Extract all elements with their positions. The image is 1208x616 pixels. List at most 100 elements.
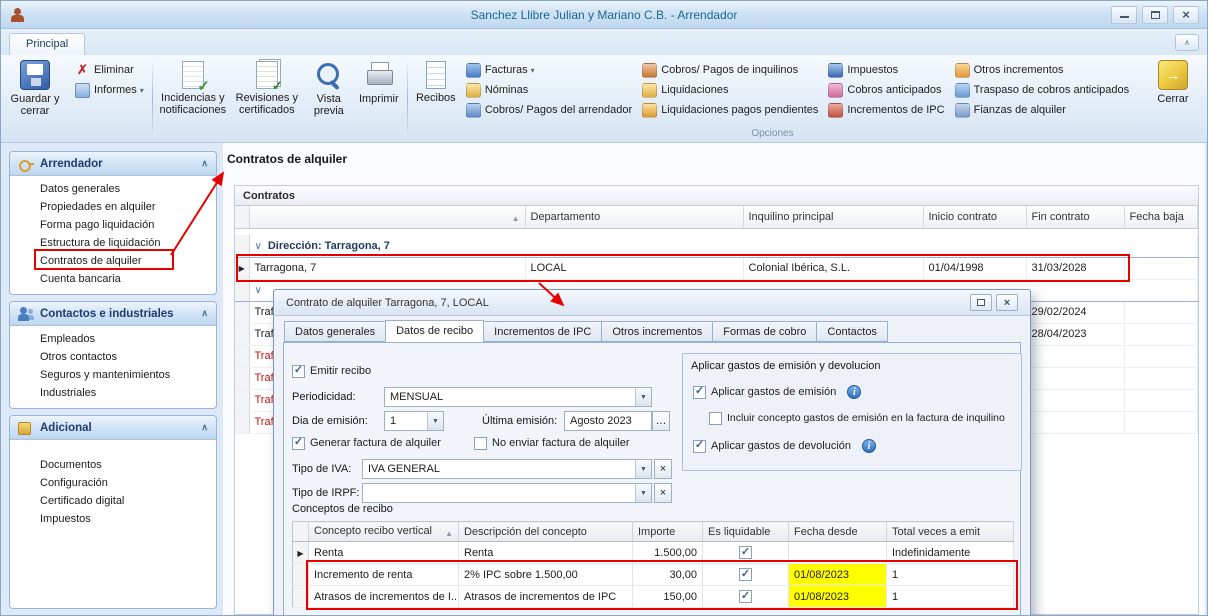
revisiones-button[interactable]: Revisiones y certificados	[230, 57, 304, 121]
info-icon[interactable]: i	[847, 385, 861, 399]
people-icon	[18, 306, 34, 322]
incluir-concepto-checkbox[interactable]: Incluir concepto gastos de emisión en la…	[709, 410, 1005, 426]
column-departamento[interactable]: Departamento	[525, 206, 743, 228]
sidebar-header-contactos[interactable]: Contactos e industriales ∧	[10, 302, 216, 326]
dialog-close-button[interactable]: ×	[996, 294, 1018, 311]
sidebar-item-propiedades[interactable]: Propiedades en alquiler	[10, 198, 216, 216]
column-inquilino[interactable]: Inquilino principal	[743, 206, 923, 228]
periodicidad-select[interactable]: MENSUAL ▼	[384, 387, 652, 407]
fianzas-button[interactable]: Fianzas de alquiler	[950, 100, 1135, 120]
sidebar-item-certificado[interactable]: Certificado digital	[10, 492, 216, 510]
delete-button[interactable]: ✗Eliminar	[70, 60, 149, 80]
concepto-row-atrasos[interactable]: Atrasos de incrementos de I... Atrasos d…	[293, 586, 1014, 608]
tipo-irpf-label: Tipo de IRPF:	[292, 487, 359, 499]
sidebar-item-impuestos[interactable]: Impuestos	[10, 510, 216, 528]
sidebar-item-contratos-alquiler[interactable]: Contratos de alquiler	[10, 252, 216, 270]
tab-incrementos-ipc[interactable]: Incrementos de IPC	[483, 321, 602, 342]
dia-emision-select[interactable]: 1 ▼	[384, 411, 444, 431]
sidebar-item-datos-generales[interactable]: Datos generales	[10, 180, 216, 198]
column-descripcion[interactable]: Descripción del concepto	[459, 522, 633, 542]
imprimir-button[interactable]: Imprimir	[354, 57, 404, 121]
column-es-liquidable[interactable]: Es liquidable	[703, 522, 789, 542]
ribbon-collapse-button[interactable]: ∧	[1175, 34, 1199, 51]
info-icon[interactable]: i	[862, 439, 876, 453]
sidebar-item-industriales[interactable]: Industriales	[10, 384, 216, 402]
es-liquidable-checkbox[interactable]: ✓	[703, 586, 789, 608]
maximize-button[interactable]	[1142, 6, 1168, 24]
sidebar-item-documentos[interactable]: Documentos	[10, 456, 216, 474]
dialog-titlebar[interactable]: Contrato de alquiler Tarragona, 7, LOCAL…	[274, 290, 1030, 316]
column-fecha-desde[interactable]: Fecha desde	[789, 522, 887, 542]
tab-contactos[interactable]: Contactos	[816, 321, 888, 342]
minimize-button[interactable]	[1111, 6, 1137, 24]
cobros-inquilinos-button[interactable]: Cobros/ Pagos de inquilinos	[637, 60, 823, 80]
column-concepto[interactable]: Concepto recibo vertical ▲	[309, 522, 459, 542]
column-inicio[interactable]: Inicio contrato	[923, 206, 1026, 228]
tipo-irpf-select[interactable]: ▼	[362, 483, 652, 503]
dropdown-icon[interactable]: ▼	[635, 460, 651, 478]
concepto-row-renta[interactable]: ▶ Renta Renta 1.500,00 ✓ Indefinidamente	[293, 542, 1014, 564]
incrementos-ipc-button[interactable]: Incrementos de IPC	[823, 100, 949, 120]
cell: LOCAL	[525, 257, 743, 279]
tab-formas-de-cobro[interactable]: Formas de cobro	[712, 321, 817, 342]
cobros-arrendador-button[interactable]: Cobros/ Pagos del arrendador	[461, 100, 637, 120]
informes-button[interactable]: Informes▾	[70, 80, 149, 100]
impuestos-button[interactable]: Impuestos	[823, 60, 949, 80]
tipo-iva-clear-button[interactable]: ×	[654, 459, 672, 479]
sidebar-item-forma-pago[interactable]: Forma pago liquidación	[10, 216, 216, 234]
vista-previa-button[interactable]: Vista previa	[304, 57, 354, 121]
dialog-restore-button[interactable]	[970, 294, 992, 311]
save-close-button[interactable]: Guardar y cerrar	[7, 57, 63, 121]
sort-asc-icon: ▲	[512, 214, 520, 223]
generar-factura-checkbox[interactable]: ✓ Generar factura de alquiler	[292, 435, 441, 451]
contracts-header-row: ▲ Departamento Inquilino principal Inici…	[235, 206, 1198, 228]
dropdown-icon[interactable]: ▼	[427, 412, 443, 430]
otros-incrementos-button[interactable]: Otros incrementos	[950, 60, 1135, 80]
sidebar-header-adicional[interactable]: Adicional ∧	[10, 416, 216, 440]
close-button[interactable]: ×	[1173, 6, 1199, 24]
group-row-tarragona[interactable]: ∨Dirección: Tarragona, 7	[235, 235, 1198, 257]
cerrar-button[interactable]: → Cerrar	[1145, 57, 1201, 121]
tab-principal[interactable]: Principal	[9, 33, 85, 55]
concepto-row-incremento[interactable]: Incremento de renta 2% IPC sobre 1.500,0…	[293, 564, 1014, 586]
contract-row-tarragona[interactable]: ▶ Tarragona, 7 LOCAL Colonial Ibérica, S…	[235, 257, 1198, 279]
liquidaciones-button[interactable]: Liquidaciones	[637, 80, 823, 100]
tipo-iva-select[interactable]: IVA GENERAL ▼	[362, 459, 652, 479]
tipo-irpf-clear-button[interactable]: ×	[654, 483, 672, 503]
sidebar-item-cuenta-bancaria[interactable]: Cuenta bancaria	[10, 270, 216, 288]
sidebar-section-adicional: Adicional ∧ Documentos Configuración Cer…	[9, 415, 217, 609]
ultima-emision-field[interactable]: Agosto 2023	[564, 411, 652, 431]
sidebar-item-seguros[interactable]: Seguros y mantenimientos	[10, 366, 216, 384]
column-direccion[interactable]: ▲	[249, 206, 525, 228]
recibos-button[interactable]: Recibos	[411, 57, 461, 121]
sidebar-item-empleados[interactable]: Empleados	[10, 330, 216, 348]
tab-otros-incrementos[interactable]: Otros incrementos	[601, 321, 713, 342]
sidebar-item-otros-contactos[interactable]: Otros contactos	[10, 348, 216, 366]
incrementos-ipc-icon	[828, 103, 843, 118]
sidebar-header-arrendador[interactable]: Arrendador ∧	[10, 152, 216, 176]
liquidaciones-pendientes-button[interactable]: Liquidaciones pagos pendientes	[637, 100, 823, 120]
column-fin[interactable]: Fin contrato	[1026, 206, 1124, 228]
nominas-button[interactable]: Nóminas	[461, 80, 637, 100]
es-liquidable-checkbox[interactable]: ✓	[703, 564, 789, 586]
dropdown-icon[interactable]: ▼	[635, 484, 651, 502]
emitir-recibo-checkbox[interactable]: ✓ Emitir recibo	[292, 363, 371, 379]
column-total-veces[interactable]: Total veces a emit	[887, 522, 1014, 542]
key-icon	[18, 156, 34, 172]
column-baja[interactable]: Fecha baja	[1124, 206, 1198, 228]
sidebar-item-estructura[interactable]: Estructura de liquidación	[10, 234, 216, 252]
column-importe[interactable]: Importe	[633, 522, 703, 542]
sidebar-item-configuracion[interactable]: Configuración	[10, 474, 216, 492]
ultima-emision-browse-button[interactable]: …	[652, 411, 670, 431]
no-enviar-factura-checkbox[interactable]: No enviar factura de alquiler	[474, 435, 630, 451]
facturas-button[interactable]: Facturas▾	[461, 60, 637, 80]
aplicar-gastos-emision-checkbox[interactable]: ✓ Aplicar gastos de emisión i	[693, 384, 861, 400]
tab-datos-de-recibo[interactable]: Datos de recibo	[385, 320, 484, 342]
incidencias-button[interactable]: Incidencias y notificaciones	[156, 57, 230, 121]
cobros-anticipados-button[interactable]: Cobros anticipados	[823, 80, 949, 100]
dropdown-icon[interactable]: ▼	[635, 388, 651, 406]
es-liquidable-checkbox[interactable]: ✓	[703, 542, 789, 564]
aplicar-gastos-devolucion-checkbox[interactable]: ✓ Aplicar gastos de devolución i	[693, 438, 876, 454]
traspaso-button[interactable]: Traspaso de cobros anticipados	[950, 80, 1135, 100]
tab-datos-generales[interactable]: Datos generales	[284, 321, 386, 342]
